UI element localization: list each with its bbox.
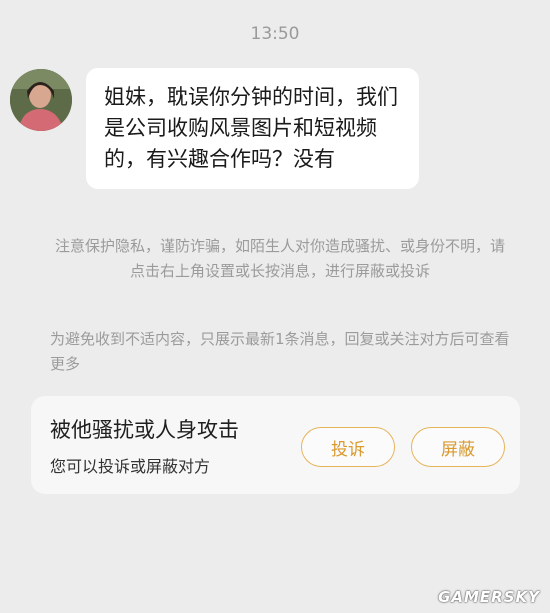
block-button[interactable]: 屏蔽 [411, 427, 505, 467]
sender-avatar[interactable] [10, 69, 72, 131]
watermark: GAMERSKY [438, 588, 540, 606]
privacy-warning: 注意保护隐私，谨防诈骗，如陌生人对你造成骚扰、或身份不明，请点击右上角设置或长按… [54, 237, 505, 280]
report-button[interactable]: 投诉 [301, 427, 395, 467]
message-text: 姐妹，耽误你分钟的时间，我们是公司收购风景图片和短视频的，有兴趣合作吗？没有 [104, 85, 398, 171]
harassment-card-title: 被他骚扰或人身攻击 [50, 418, 239, 442]
message-limit-notice: 为避免收到不适内容，只展示最新1条消息，回复或关注对方后可查看更多 [50, 330, 510, 373]
harassment-card-subtitle: 您可以投诉或屏蔽对方 [50, 457, 211, 476]
harassment-card: 被他骚扰或人身攻击 您可以投诉或屏蔽对方 投诉 屏蔽 [31, 396, 520, 494]
message-bubble[interactable]: 姐妹，耽误你分钟的时间，我们是公司收购风景图片和短视频的，有兴趣合作吗？没有 [86, 68, 419, 189]
message-timestamp: 13:50 [250, 24, 300, 44]
avatar-photo-icon [10, 69, 72, 131]
